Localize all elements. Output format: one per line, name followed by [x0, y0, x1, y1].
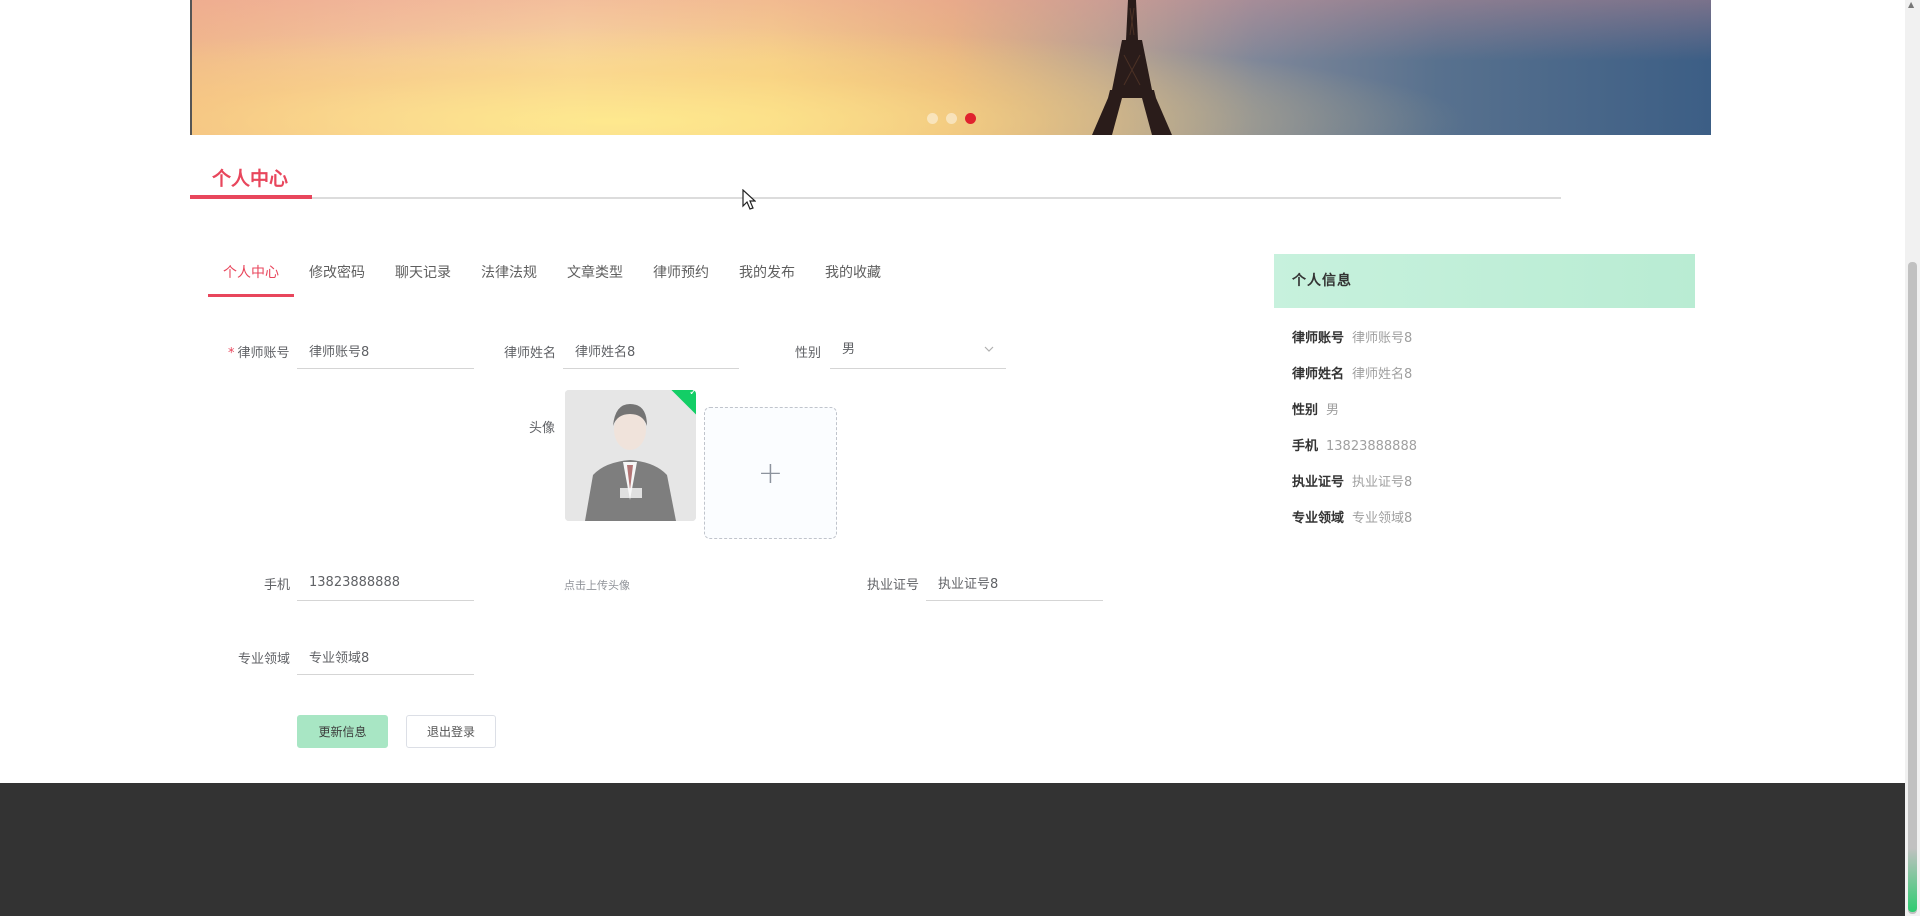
tab-change-password[interactable]: 修改密码 — [294, 252, 380, 297]
info-row-name: 律师姓名 律师姓名8 — [1292, 367, 1413, 382]
scroll-up-arrow-icon[interactable]: ▲ — [1908, 0, 1914, 9]
lawyer-portrait-image — [565, 390, 696, 521]
field-input[interactable] — [297, 639, 474, 675]
tab-my-posts[interactable]: 我的发布 — [724, 252, 810, 297]
carousel-indicators — [927, 113, 976, 124]
account-input[interactable] — [297, 333, 474, 369]
page-footer — [0, 783, 1905, 916]
mouse-cursor-icon — [742, 189, 756, 210]
carousel-dot[interactable] — [946, 113, 957, 124]
phone-input[interactable] — [297, 565, 474, 601]
field-label: 专业领域 — [238, 652, 291, 667]
title-divider — [190, 197, 1561, 199]
carousel-dot[interactable] — [927, 113, 938, 124]
gender-select[interactable]: 男 — [830, 333, 1006, 369]
profile-tabs: 个人中心 修改密码 聊天记录 法律法规 文章类型 律师预约 我的发布 我的收藏 — [208, 252, 896, 297]
update-info-button[interactable]: 更新信息 — [297, 715, 388, 748]
chevron-down-icon — [984, 346, 994, 352]
name-label: 律师姓名 — [504, 346, 557, 361]
eiffel-tower-image — [1092, 0, 1172, 135]
tab-my-favorites[interactable]: 我的收藏 — [810, 252, 896, 297]
name-input[interactable] — [563, 333, 739, 369]
tab-personal-center[interactable]: 个人中心 — [208, 252, 294, 297]
info-row-license: 执业证号 执业证号8 — [1292, 475, 1413, 490]
avatar-preview[interactable]: ✓ — [565, 390, 696, 521]
license-label: 执业证号 — [867, 578, 920, 593]
upload-avatar-hint: 点击上传头像 — [564, 579, 630, 592]
scroll-progress-indicator — [1908, 848, 1917, 912]
page-title: 个人中心 — [212, 168, 289, 190]
info-panel-title: 个人信息 — [1274, 254, 1695, 308]
banner-carousel[interactable] — [190, 0, 1711, 135]
gender-select-value: 男 — [842, 342, 856, 357]
phone-label: 手机 — [264, 578, 291, 593]
avatar-upload-button[interactable]: + — [704, 407, 837, 539]
tab-article-types[interactable]: 文章类型 — [552, 252, 638, 297]
info-row-field: 专业领域 专业领域8 — [1292, 511, 1413, 526]
logout-button[interactable]: 退出登录 — [406, 715, 496, 748]
tab-chat-history[interactable]: 聊天记录 — [380, 252, 466, 297]
info-row-phone: 手机 13823888888 — [1292, 439, 1417, 454]
avatar-label: 头像 — [529, 421, 556, 436]
carousel-dot-active[interactable] — [965, 113, 976, 124]
title-underline — [190, 195, 312, 199]
gender-label: 性别 — [795, 346, 822, 361]
tab-laws[interactable]: 法律法规 — [466, 252, 552, 297]
page-scrollbar[interactable]: ▲ — [1905, 0, 1920, 916]
info-row-gender: 性别男 — [1292, 403, 1340, 418]
tab-lawyer-appointments[interactable]: 律师预约 — [638, 252, 724, 297]
info-row-account: 律师账号 律师账号8 — [1292, 331, 1413, 346]
check-icon: ✓ — [689, 390, 696, 399]
license-input[interactable] — [926, 565, 1103, 601]
plus-icon: + — [757, 455, 784, 491]
account-label: * 律师账号 — [228, 346, 290, 361]
scrollbar-thumb[interactable] — [1908, 262, 1917, 914]
